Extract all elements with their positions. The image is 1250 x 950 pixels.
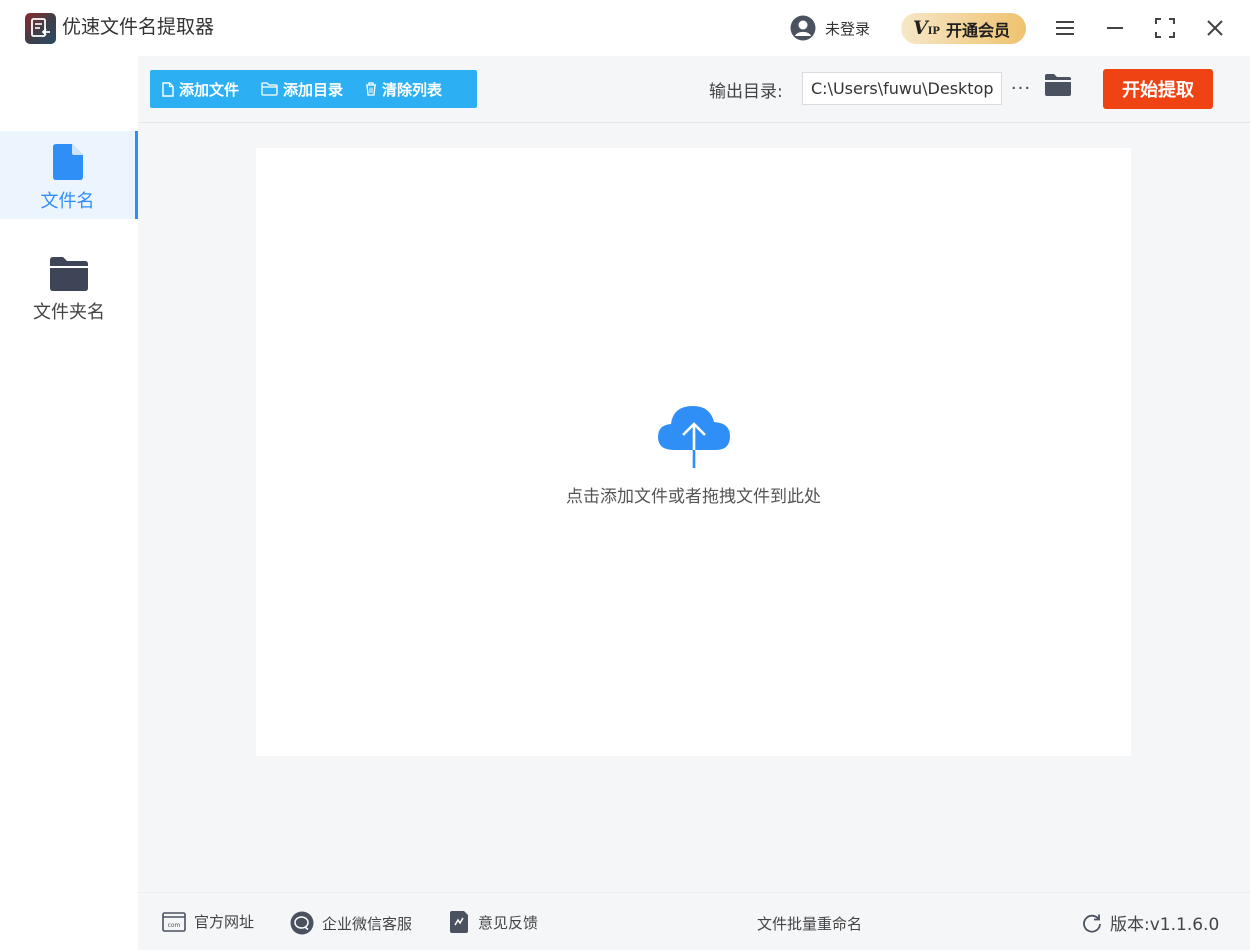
sidebar-item-filename[interactable]: 文件名: [0, 131, 138, 219]
trash-icon: [366, 82, 377, 96]
add-directory-button[interactable]: 添加目录: [261, 79, 343, 100]
more-icon: ···: [1010, 77, 1032, 99]
open-folder-button[interactable]: [1045, 74, 1073, 100]
sidebar-item-label: 文件夹名: [33, 302, 105, 323]
feedback-label: 意见反馈: [478, 913, 539, 932]
website-icon: com: [162, 911, 186, 932]
version-label: 版本:v1.1.6.0: [1110, 915, 1220, 935]
official-website-link[interactable]: com 官方网址: [162, 911, 254, 932]
toolbar-divider: [138, 122, 1250, 123]
output-directory-label: 输出目录:: [709, 82, 783, 102]
sidebar-item-foldername[interactable]: 文件夹名: [0, 244, 138, 332]
add-file-label: 添加文件: [179, 80, 240, 99]
maximize-button[interactable]: [1150, 13, 1180, 43]
svg-text:com: com: [168, 922, 181, 929]
version-info[interactable]: 版本:v1.1.6.0: [1082, 910, 1219, 935]
vip-label: 开通会员: [945, 20, 1010, 40]
close-button[interactable]: [1200, 13, 1230, 43]
toolbar-button-group: 添加文件 添加目录 清除列表: [150, 70, 477, 108]
add-directory-label: 添加目录: [283, 80, 344, 99]
close-icon: [1207, 20, 1223, 36]
wechat-service-link[interactable]: 企业微信客服: [290, 911, 412, 935]
file-icon: [52, 144, 83, 180]
vip-button[interactable]: VIP 开通会员: [901, 13, 1026, 44]
folder-icon: [1045, 74, 1071, 96]
feedback-icon: [450, 911, 468, 933]
minimize-button[interactable]: [1100, 13, 1130, 43]
refresh-icon: [1083, 914, 1101, 933]
clear-list-button[interactable]: 清除列表: [365, 79, 442, 100]
login-label: 未登录: [825, 19, 871, 38]
feedback-link[interactable]: 意见反馈: [450, 911, 538, 933]
folder-icon: [50, 257, 88, 291]
app-window: 优速文件名提取器 未登录 VIP 开通会员 文件名 文件夹名 添加文件 添加目录…: [0, 0, 1250, 950]
title-bar: 优速文件名提取器 未登录 VIP 开通会员: [0, 0, 1250, 56]
more-options-button[interactable]: ···: [1010, 76, 1032, 100]
wechat-service-label: 企业微信客服: [322, 914, 413, 933]
maximize-icon: [1155, 18, 1175, 38]
file-drop-zone[interactable]: 点击添加文件或者拖拽文件到此处: [256, 148, 1131, 756]
vip-icon: VIP: [913, 17, 940, 39]
menu-icon: [1056, 21, 1074, 35]
drop-hint-text: 点击添加文件或者拖拽文件到此处: [566, 487, 821, 507]
main-panel: 添加文件 添加目录 清除列表 输出目录: ···: [138, 56, 1250, 892]
minimize-icon: [1107, 27, 1123, 29]
cloud-upload-icon: [658, 406, 730, 468]
clear-list-label: 清除列表: [382, 80, 443, 99]
app-logo-icon: [25, 13, 56, 44]
add-file-button[interactable]: 添加文件: [162, 79, 239, 100]
login-button[interactable]: 未登录: [790, 15, 870, 41]
app-title: 优速文件名提取器: [62, 16, 215, 38]
sidebar-item-label: 文件名: [40, 191, 95, 212]
folder-outline-icon: [261, 82, 278, 96]
user-avatar-icon: [790, 15, 816, 41]
output-directory-field[interactable]: [802, 72, 1002, 105]
footer-bar: com 官方网址 企业微信客服 意见反馈 文件批量重命名 版本:v1.1.6.0: [138, 892, 1250, 950]
wechat-icon: [290, 911, 314, 935]
sidebar: 文件名 文件夹名: [0, 56, 138, 950]
menu-button[interactable]: [1050, 13, 1080, 43]
official-website-label: 官方网址: [194, 913, 255, 931]
file-outline-icon: [162, 81, 174, 97]
start-extract-button[interactable]: 开始提取: [1103, 69, 1213, 109]
batch-rename-link[interactable]: 文件批量重命名: [757, 913, 862, 934]
